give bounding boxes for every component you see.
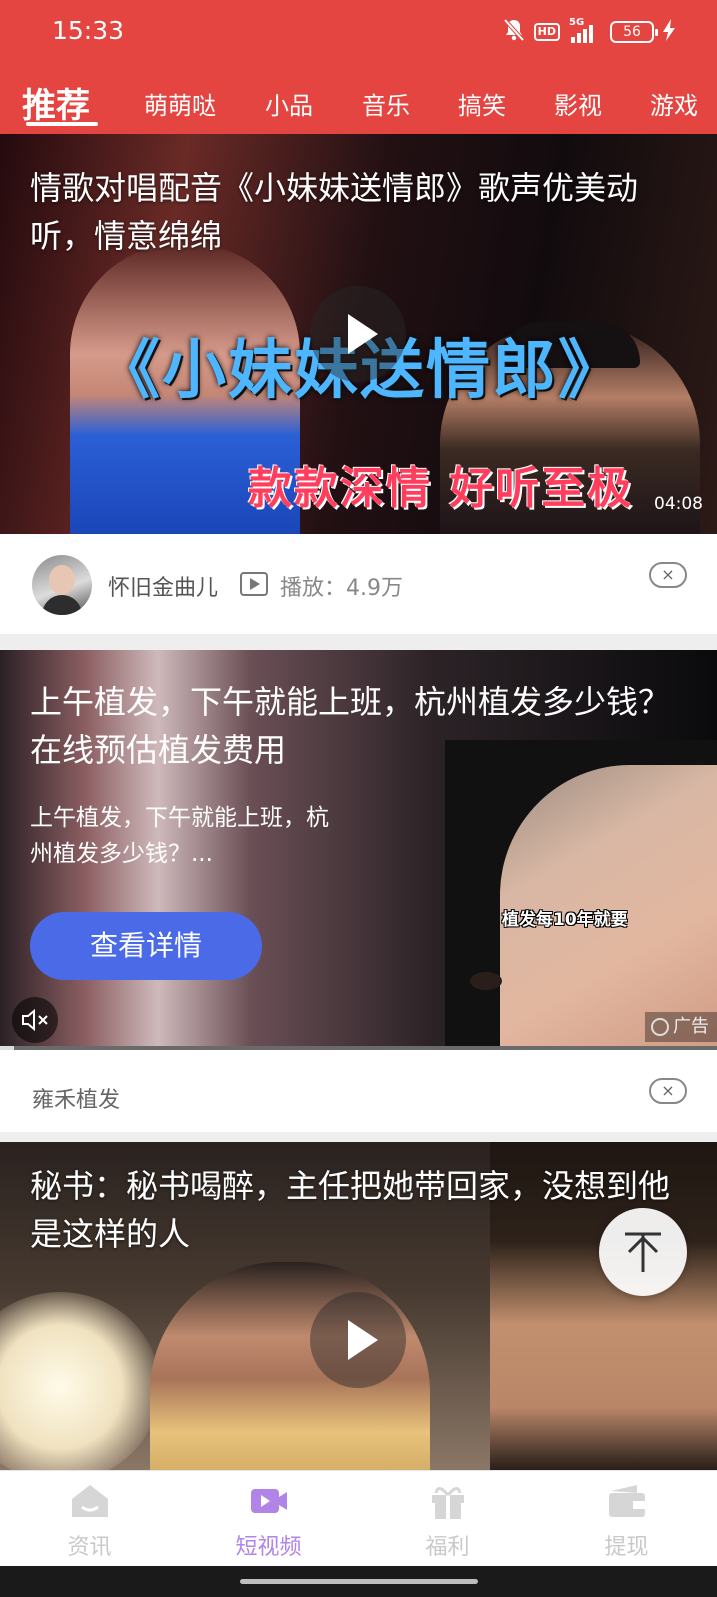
video-thumbnail[interactable]: 秘书：秘书喝醉，主任把她带回家，没想到他是这样的人 <box>0 1142 717 1472</box>
advertiser-name[interactable]: 雍禾植发 <box>32 1082 120 1114</box>
play-icon[interactable] <box>310 1292 406 1388</box>
ad-image-eye <box>470 972 502 990</box>
tab-recommend[interactable]: 推荐 <box>22 78 90 127</box>
nav-news[interactable]: 资讯 <box>0 1471 179 1567</box>
category-tabs: 推荐 萌萌哒 小品 音乐 搞笑 影视 游戏 <box>0 72 717 134</box>
close-icon[interactable]: × <box>649 562 687 588</box>
ad-card: 植发每10年就要 上午植发，下午就能上班，杭州植发多少钱？在线预估植发费用 上午… <box>0 650 717 1132</box>
nav-short-video[interactable]: 短视频 <box>179 1471 358 1567</box>
play-icon[interactable] <box>310 286 406 382</box>
nav-welfare[interactable]: 福利 <box>358 1471 537 1567</box>
speaker-muted-icon <box>22 1008 48 1032</box>
play-count: 播放：4.9万 <box>280 576 403 601</box>
home-indicator[interactable] <box>240 1579 478 1584</box>
video-camera-icon <box>251 1489 287 1513</box>
thumbnail-overlay-subtitle: 款款深情 好听至极 <box>248 463 634 514</box>
tab-film[interactable]: 影视 <box>554 86 602 121</box>
video-thumbnail[interactable]: 《小妹妹送情郎》 款款深情 好听至极 情歌对唱配音《小妹妹送情郎》歌声优美动听，… <box>0 134 717 534</box>
arrow-to-top-icon <box>625 1232 661 1272</box>
video-card: 《小妹妹送情郎》 款款深情 好听至极 情歌对唱配音《小妹妹送情郎》歌声优美动听，… <box>0 134 717 634</box>
close-icon[interactable]: × <box>649 1078 687 1104</box>
active-tab-indicator <box>26 122 98 126</box>
ad-description: 上午植发，下午就能上班，杭州植发多少钱？... <box>30 805 329 867</box>
back-to-top-button[interactable] <box>599 1208 687 1296</box>
status-time: 15:33 <box>52 16 125 45</box>
signal-icon: 5G <box>569 17 601 43</box>
nav-label: 福利 <box>425 1535 470 1560</box>
tab-game[interactable]: 游戏 <box>650 86 698 121</box>
ad-meta-row: 雍禾植发 × <box>0 1050 717 1132</box>
tab-sketch[interactable]: 小品 <box>265 86 313 121</box>
bottom-nav: 资讯 短视频 福利 提现 <box>0 1470 717 1566</box>
nav-label: 短视频 <box>235 1535 302 1560</box>
system-nav-bar <box>0 1566 717 1597</box>
battery-icon: 56 <box>610 21 658 43</box>
video-title[interactable]: 秘书：秘书喝醉，主任把她带回家，没想到他是这样的人 <box>30 1162 690 1258</box>
tab-funny[interactable]: 搞笑 <box>458 86 506 121</box>
battery-level: 56 <box>623 24 641 40</box>
app-header: 15:33 HD 5G 56 推荐 萌萌哒 小品 音乐 搞笑 影视 游戏 <box>0 0 717 134</box>
nav-withdraw[interactable]: 提现 <box>537 1471 716 1567</box>
ad-title[interactable]: 上午植发，下午就能上班，杭州植发多少钱？在线预估植发费用 <box>30 678 690 774</box>
home-icon <box>72 1485 108 1517</box>
view-details-button[interactable]: 查看详情 <box>30 912 262 980</box>
status-bar: 15:33 HD 5G 56 <box>0 0 717 64</box>
charging-bolt-icon <box>663 19 675 45</box>
nav-label: 资讯 <box>67 1535 112 1560</box>
wallet-icon <box>609 1485 645 1517</box>
ad-media[interactable]: 植发每10年就要 上午植发，下午就能上班，杭州植发多少钱？在线预估植发费用 上午… <box>0 650 717 1050</box>
author-avatar[interactable] <box>32 555 92 615</box>
video-title[interactable]: 情歌对唱配音《小妹妹送情郎》歌声优美动听，情意绵绵 <box>30 164 690 260</box>
mute-button[interactable] <box>12 997 58 1043</box>
app-screen: 15:33 HD 5G 56 推荐 萌萌哒 小品 音乐 搞笑 影视 游戏 《小妹… <box>0 0 717 1597</box>
ad-badge: 广告 <box>645 1012 717 1042</box>
video-card: 秘书：秘书喝醉，主任把她带回家，没想到他是这样的人 <box>0 1142 717 1472</box>
hd-icon: HD <box>533 23 560 41</box>
status-icons: HD 5G 56 <box>503 17 675 46</box>
video-duration: 04:08 <box>654 494 703 514</box>
mute-bell-icon <box>503 18 525 46</box>
ad-badge-icon <box>651 1018 669 1036</box>
play-count-icon <box>240 572 268 596</box>
tab-music[interactable]: 音乐 <box>362 86 410 121</box>
ad-label: 广告 <box>673 1016 709 1037</box>
ad-image-caption: 植发每10年就要 <box>502 910 628 930</box>
gift-icon <box>432 1487 464 1519</box>
tab-mengmengda[interactable]: 萌萌哒 <box>144 86 216 121</box>
nav-label: 提现 <box>604 1535 649 1560</box>
author-name[interactable]: 怀旧金曲儿 <box>108 570 218 602</box>
video-meta-row: 怀旧金曲儿 播放：4.9万 × <box>0 534 717 634</box>
